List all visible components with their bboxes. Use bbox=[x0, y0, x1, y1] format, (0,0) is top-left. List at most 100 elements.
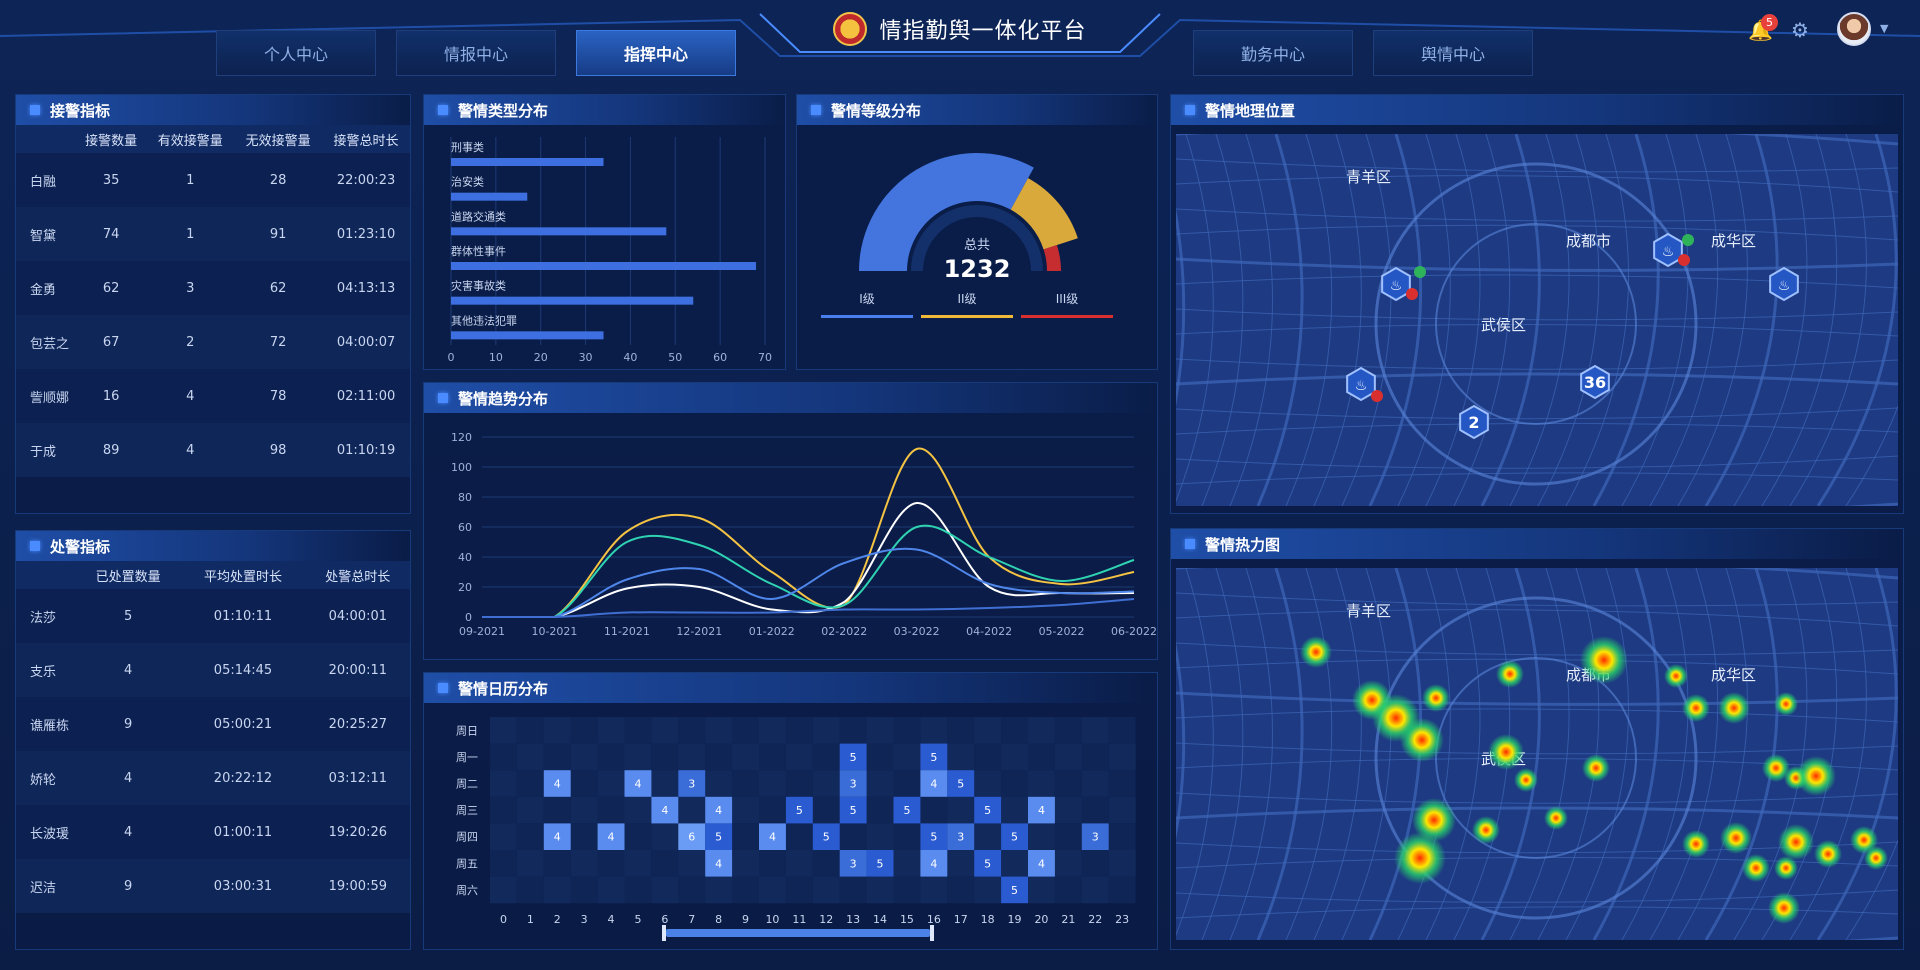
table-row[interactable]: 白融 35 1 28 22:00:23 bbox=[16, 153, 410, 207]
fire-marker-icon[interactable]: ♨ bbox=[1653, 232, 1683, 268]
geo-map[interactable]: 青羊区 成都市 成华区 武侯区 ♨ ♨ ♨ ♨ 36 2 bbox=[1176, 134, 1898, 506]
table-row[interactable]: 长波瑗 4 01:00:11 19:20:26 bbox=[16, 805, 410, 859]
bar[interactable] bbox=[451, 296, 694, 305]
bar[interactable] bbox=[451, 331, 604, 340]
bar[interactable] bbox=[451, 158, 604, 166]
heat-canvas[interactable]: 青羊区成都市成华区武侯区 bbox=[1176, 568, 1898, 940]
gear-icon[interactable]: ⚙ bbox=[1791, 18, 1809, 42]
heat-spot bbox=[1720, 822, 1752, 854]
jiejing-cell: 98 bbox=[234, 423, 323, 477]
tab-command-center[interactable]: 指挥中心 bbox=[576, 30, 736, 76]
table-row[interactable]: 法莎 5 01:10:11 04:00:01 bbox=[16, 589, 410, 643]
panel-title: 警情等级分布 bbox=[797, 95, 1157, 125]
x-tick-label: 40 bbox=[623, 351, 637, 364]
fire-marker-icon[interactable]: ♨ bbox=[1346, 366, 1376, 402]
jiejing-cell: 01:10:19 bbox=[322, 423, 410, 477]
cell-value: 4 bbox=[608, 831, 615, 844]
svg-text:♨: ♨ bbox=[1778, 278, 1791, 294]
calendar-cell-bg bbox=[1108, 850, 1136, 877]
calendar-cell-bg bbox=[812, 770, 840, 797]
tab-personal-center[interactable]: 个人中心 bbox=[216, 30, 376, 76]
table-row[interactable]: 訾顺娜 16 4 78 02:11:00 bbox=[16, 369, 410, 423]
jiejing-name-cell: 包芸之 bbox=[16, 315, 76, 369]
range-slider-track[interactable] bbox=[666, 929, 930, 937]
jiejing-cell: 28 bbox=[234, 153, 323, 207]
chujing-cell: 20:00:11 bbox=[305, 643, 410, 697]
table-row[interactable]: 智黛 74 1 91 01:23:10 bbox=[16, 207, 410, 261]
table-row[interactable]: 迟洁 9 03:00:31 19:00:59 bbox=[16, 859, 410, 913]
cluster-marker[interactable]: 2 bbox=[1459, 404, 1489, 440]
calendar-cell-bg bbox=[570, 717, 598, 744]
x-label: 21 bbox=[1061, 913, 1075, 926]
x-label: 15 bbox=[900, 913, 914, 926]
range-slider-handle[interactable] bbox=[662, 925, 666, 941]
camera-marker-icon[interactable]: ♨ bbox=[1769, 266, 1799, 302]
chujing-cell: 03:12:11 bbox=[305, 751, 410, 805]
calendar-cell-bg bbox=[1108, 876, 1136, 904]
avatar[interactable] bbox=[1837, 12, 1871, 46]
map-canvas[interactable]: 青羊区成都市 成华区武侯区 ♨ ♨ ♨ ♨ 36 2 bbox=[1176, 134, 1898, 506]
calendar-cell-bg bbox=[490, 796, 517, 824]
cell-value: 4 bbox=[554, 778, 561, 791]
legend-line bbox=[821, 315, 913, 318]
chujing-cell: 9 bbox=[76, 859, 181, 913]
calendar-cell-bg bbox=[920, 796, 948, 824]
bar[interactable] bbox=[451, 192, 528, 201]
range-slider-handle[interactable] bbox=[930, 925, 934, 941]
cell-value: 3 bbox=[850, 857, 857, 870]
heat-map[interactable]: 青羊区成都市成华区武侯区 bbox=[1176, 568, 1898, 940]
chujing-name-cell: 法莎 bbox=[16, 589, 76, 643]
col-header: 有效接警量 bbox=[146, 125, 235, 153]
calendar-cell-bg bbox=[947, 717, 975, 744]
table-row[interactable]: 娇轮 4 20:22:12 03:12:11 bbox=[16, 751, 410, 805]
x-tick-label: 50 bbox=[668, 351, 682, 364]
lightning-icon bbox=[1678, 254, 1690, 266]
gauge-slice[interactable] bbox=[1043, 245, 1061, 271]
calendar-cell-bg bbox=[759, 850, 786, 877]
table-row[interactable]: 于成 89 4 98 01:10:19 bbox=[16, 423, 410, 477]
calendar-cell-bg bbox=[866, 743, 894, 771]
calendar-cell-bg bbox=[570, 770, 598, 797]
legend-label: III级 bbox=[1056, 292, 1079, 306]
fire-marker-icon[interactable]: ♨ bbox=[1381, 266, 1411, 302]
cell-value: 3 bbox=[957, 831, 964, 844]
calendar-cell-bg bbox=[490, 770, 517, 797]
jiejing-name-cell: 訾顺娜 bbox=[16, 369, 76, 423]
calendar-cell-bg bbox=[516, 876, 544, 904]
x-tick-label: 10-2021 bbox=[531, 625, 577, 638]
bar[interactable] bbox=[451, 227, 667, 236]
table-row[interactable]: 支乐 4 05:14:45 20:00:11 bbox=[16, 643, 410, 697]
col-header bbox=[16, 125, 76, 153]
calendar-cell-bg bbox=[678, 796, 706, 824]
calendar-cell-bg bbox=[759, 876, 786, 904]
chujing-cell: 19:00:59 bbox=[305, 859, 410, 913]
square-icon bbox=[438, 393, 448, 403]
chujing-title: 处警指标 bbox=[50, 537, 111, 556]
tab-duty-center[interactable]: 勤务中心 bbox=[1193, 30, 1353, 76]
tab-public-opinion-center[interactable]: 舆情中心 bbox=[1373, 30, 1533, 76]
table-row[interactable]: 金勇 62 3 62 04:13:13 bbox=[16, 261, 410, 315]
calendar-cell-bg bbox=[490, 850, 517, 877]
gauge-slice[interactable] bbox=[859, 153, 1034, 271]
table-row[interactable]: 包芸之 67 2 72 04:00:07 bbox=[16, 315, 410, 369]
col-header: 接警总时长 bbox=[322, 125, 410, 153]
chevron-down-icon[interactable]: ▼ bbox=[1880, 22, 1888, 35]
category-label: 灾害事故类 bbox=[451, 279, 506, 293]
bar[interactable] bbox=[451, 262, 757, 270]
series-line[interactable] bbox=[482, 524, 1135, 618]
y-tick-label: 40 bbox=[458, 551, 472, 564]
type-bar-chart: 0 10 20 30 40 50 60 70 刑事类治安类道路交通类群体性事件灾害事故类其他违法… bbox=[448, 137, 772, 364]
calendar-cell-bg bbox=[974, 743, 1002, 771]
district-label: 成华区 bbox=[1711, 666, 1756, 684]
panel-title: 处警指标 bbox=[16, 531, 410, 561]
table-row[interactable]: 谯雁栋 9 05:00:21 20:25:27 bbox=[16, 697, 410, 751]
square-icon bbox=[30, 541, 40, 551]
tab-intelligence-center[interactable]: 情报中心 bbox=[396, 30, 556, 76]
calendar-cell-bg bbox=[732, 876, 759, 904]
series-line[interactable] bbox=[482, 501, 1135, 618]
calendar-cell-bg bbox=[570, 743, 598, 771]
jiejing-cell: 2 bbox=[146, 315, 235, 369]
y-tick-label: 100 bbox=[451, 461, 472, 474]
calendar-cell-bg bbox=[1081, 850, 1109, 877]
cluster-marker[interactable]: 36 bbox=[1580, 364, 1610, 400]
